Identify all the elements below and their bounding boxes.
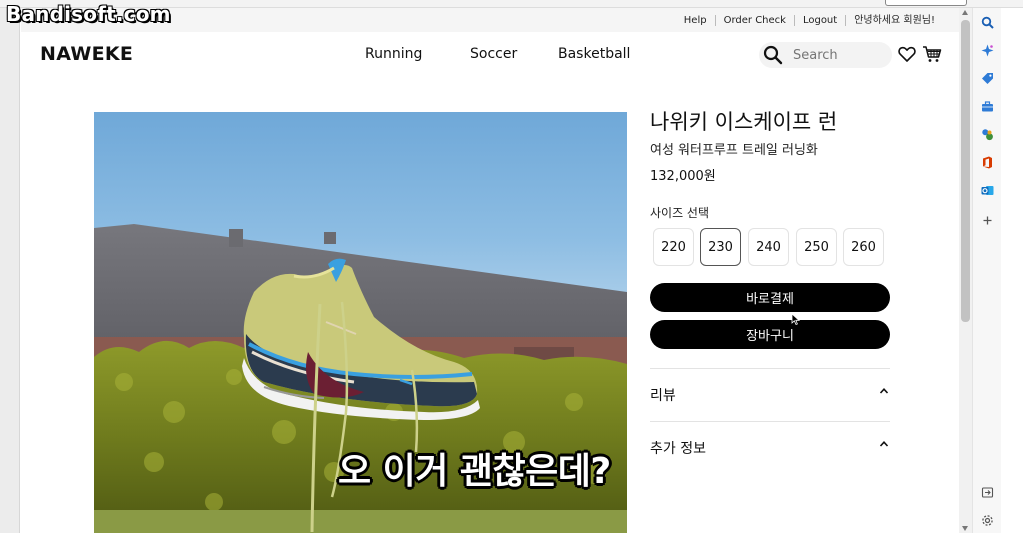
accordion-review[interactable]: 리뷰 [650, 368, 890, 420]
scroll-down-icon[interactable] [962, 526, 968, 531]
logout-link[interactable]: Logout [793, 14, 845, 26]
edge-games-icon[interactable] [981, 128, 994, 141]
greeting-text: 안녕하세요 회원님! [845, 14, 943, 26]
edge-shopping-icon[interactable] [981, 72, 994, 85]
edge-copilot-icon[interactable] [981, 44, 994, 57]
size-button-220[interactable]: 220 [653, 228, 694, 266]
browser-sidebar [972, 8, 1001, 533]
page-scrollbar[interactable] [959, 8, 972, 533]
product-subtitle: 여성 워터프루프 트레일 러닝화 [650, 143, 818, 158]
edge-search-icon[interactable] [981, 16, 994, 29]
heart-icon[interactable] [898, 45, 916, 63]
help-link[interactable]: Help [676, 15, 715, 26]
edge-add-icon[interactable] [981, 214, 994, 227]
size-button-260[interactable]: 260 [843, 228, 884, 266]
cursor-icon [791, 313, 800, 326]
product-title: 나위키 이스케이프 런 [650, 110, 838, 134]
edge-tools-icon[interactable] [981, 100, 994, 113]
nav-running[interactable]: Running [365, 46, 422, 62]
site-logo[interactable]: NAWEKE [40, 43, 133, 65]
accordion-extra-info-label: 추가 정보 [650, 441, 706, 457]
product-price: 132,000원 [650, 169, 716, 184]
size-select-label: 사이즈 선택 [650, 206, 710, 220]
nav-basketball[interactable]: Basketball [558, 46, 630, 62]
search-box[interactable] [759, 42, 892, 68]
chevron-up-icon[interactable] [878, 385, 890, 397]
window-control-box[interactable] [885, 0, 967, 6]
accordion-review-label: 리뷰 [650, 388, 676, 404]
browser-right-strip [1001, 8, 1023, 533]
nav-soccer[interactable]: Soccer [470, 46, 517, 62]
add-to-cart-button[interactable]: 장바구니 [650, 320, 890, 349]
browser-left-strip [0, 8, 20, 533]
order-check-link[interactable]: Order Check [714, 14, 794, 26]
search-icon[interactable] [763, 45, 783, 65]
accordion-extra-info[interactable]: 추가 정보 [650, 421, 890, 473]
size-button-250[interactable]: 250 [796, 228, 837, 266]
chevron-up-icon[interactable] [878, 438, 890, 450]
search-input[interactable] [793, 46, 885, 64]
buy-now-button[interactable]: 바로결제 [650, 283, 890, 312]
edge-office-icon[interactable] [981, 156, 994, 169]
video-caption: 오 이거 괜찮은데? [338, 451, 611, 492]
edge-settings-icon[interactable] [981, 514, 994, 527]
edge-exit-icon[interactable] [981, 486, 994, 499]
scrollbar-thumb[interactable] [961, 20, 970, 322]
scroll-up-icon[interactable] [962, 10, 968, 15]
recording-watermark: Bandisoft.com [6, 2, 171, 26]
cart-icon[interactable] [922, 45, 942, 63]
size-button-240[interactable]: 240 [748, 228, 789, 266]
edge-outlook-icon[interactable] [981, 184, 994, 197]
size-button-230[interactable]: 230 [700, 228, 741, 266]
